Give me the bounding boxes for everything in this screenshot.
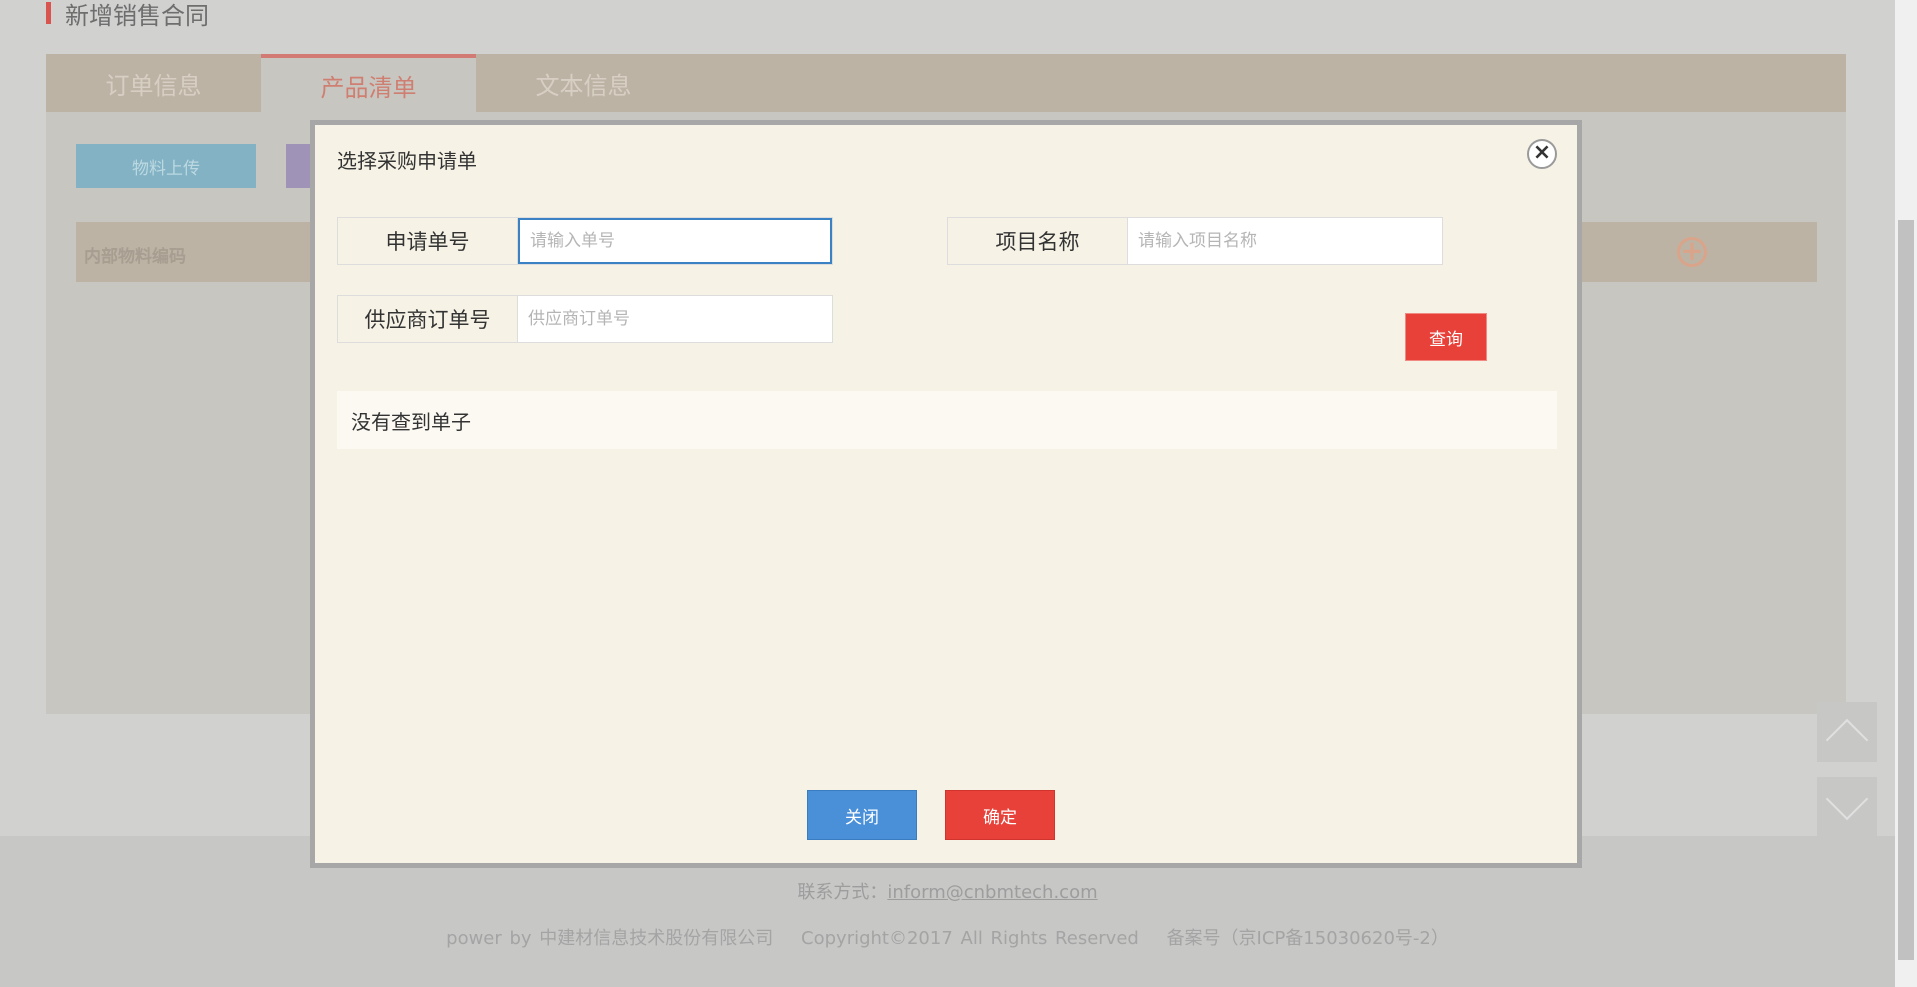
- scroll-top-button[interactable]: [1817, 702, 1877, 762]
- tab-product-list[interactable]: 产品清单: [261, 54, 476, 112]
- icp-text: 备案号（京ICP备15030620号-2）: [1166, 928, 1449, 949]
- supplier-order-no-label: 供应商订单号: [338, 296, 518, 342]
- tab-text-info[interactable]: 文本信息: [476, 54, 691, 112]
- footer-credits: power by 中建材信息技术股份有限公司 Copyright©2017 Al…: [0, 924, 1895, 950]
- request-no-input[interactable]: [518, 218, 832, 264]
- scroll-bottom-button[interactable]: [1817, 777, 1877, 837]
- footer-contact: 联系方式：inform@cnbmtech.com: [0, 878, 1895, 904]
- supplier-order-no-field: 供应商订单号: [337, 295, 833, 343]
- modal-title: 选择采购申请单: [337, 149, 477, 173]
- select-purchase-request-modal: 选择采购申请单 × 申请单号 项目名称 供应商订单号 查询 没有查到单子 关闭 …: [310, 120, 1582, 868]
- copyright-text: Copyright©2017 All Rights Reserved: [801, 928, 1139, 949]
- page-title-bar: 新增销售合同: [46, 0, 209, 30]
- project-name-input[interactable]: [1128, 218, 1442, 264]
- confirm-button[interactable]: 确定: [945, 790, 1055, 840]
- request-no-label: 申请单号: [338, 218, 518, 264]
- contact-label: 联系方式：: [797, 882, 888, 903]
- title-accent-bar: [46, 2, 51, 24]
- request-no-field: 申请单号: [337, 217, 833, 265]
- close-icon[interactable]: ×: [1527, 139, 1557, 169]
- power-by-text: power by 中建材信息技术股份有限公司: [446, 928, 774, 949]
- column-header-material-code: 内部物料编码: [84, 247, 186, 267]
- add-row-icon[interactable]: +: [1677, 237, 1707, 267]
- contact-email-link[interactable]: inform@cnbmtech.com: [887, 882, 1097, 903]
- project-name-field: 项目名称: [947, 217, 1443, 265]
- supplier-order-no-input[interactable]: [518, 296, 832, 342]
- material-upload-button[interactable]: 物料上传: [76, 144, 256, 188]
- page-scrollbar[interactable]: [1895, 0, 1917, 987]
- project-name-label: 项目名称: [948, 218, 1128, 264]
- tab-order-info[interactable]: 订单信息: [46, 54, 261, 112]
- tab-bar: 订单信息 产品清单 文本信息: [46, 54, 1846, 112]
- result-message: 没有查到单子: [337, 391, 1557, 449]
- page-title: 新增销售合同: [65, 1, 209, 30]
- search-button[interactable]: 查询: [1405, 313, 1487, 361]
- close-button[interactable]: 关闭: [807, 790, 917, 840]
- scrollbar-thumb[interactable]: [1898, 220, 1914, 960]
